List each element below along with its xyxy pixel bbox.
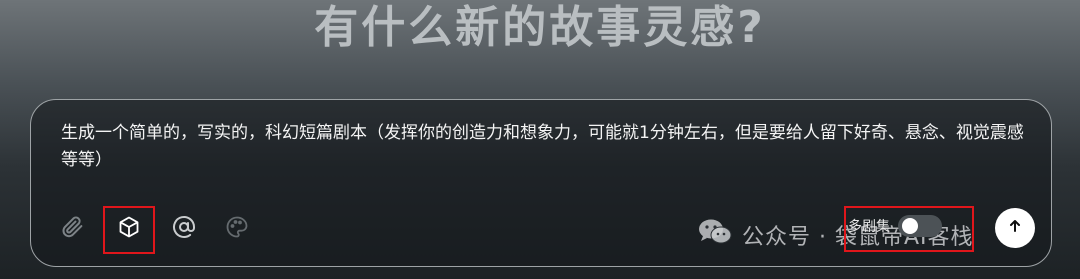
mention-button[interactable] (170, 213, 198, 241)
at-sign-icon (172, 215, 196, 239)
prompt-composer[interactable]: 生成一个简单的，写实的，科幻短篇剧本（发挥你的创造力和想象力，可能就1分钟左右，… (30, 99, 1052, 267)
palette-icon (225, 215, 249, 239)
prompt-input[interactable]: 生成一个简单的，写实的，科幻短篇剧本（发挥你的创造力和想象力，可能就1分钟左右，… (61, 120, 1031, 174)
arrow-up-icon (1007, 218, 1023, 238)
toggle-highlight-box (844, 206, 974, 252)
cube-highlight-box (103, 206, 155, 254)
attach-button[interactable] (58, 213, 86, 241)
paperclip-icon (60, 215, 84, 239)
page-headline: 有什么新的故事灵感? (314, 2, 766, 53)
send-button[interactable] (995, 208, 1035, 248)
style-button[interactable] (223, 213, 251, 241)
wechat-icon (698, 218, 732, 252)
